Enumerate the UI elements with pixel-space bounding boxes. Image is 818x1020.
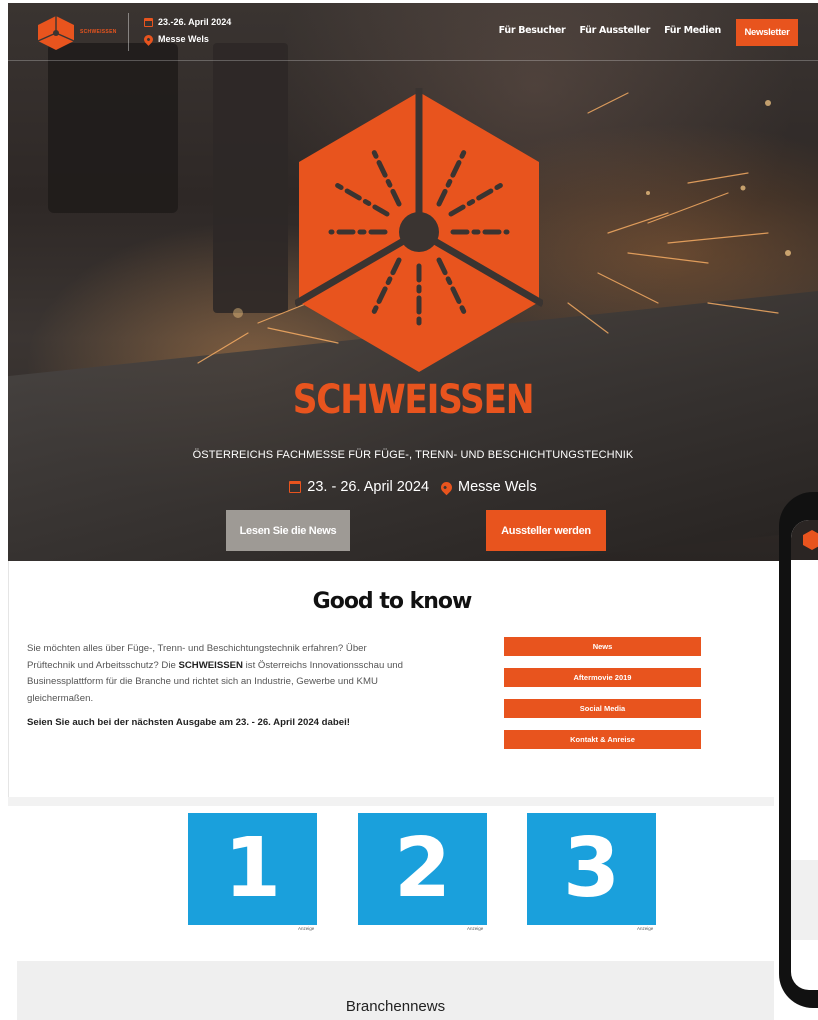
newsletter-button[interactable]: Newsletter xyxy=(736,19,798,46)
hero-tagline: ÖSTERREICHS FACHMESSE FÜR FÜGE-, TRENN- … xyxy=(192,449,634,461)
ad-banner-1[interactable]: 1 xyxy=(188,813,317,925)
phone-header-bar xyxy=(791,520,818,560)
hero-location-group: Messe Wels xyxy=(438,479,537,495)
ad-number: 3 xyxy=(562,821,621,916)
ad-number: 1 xyxy=(223,821,282,916)
nav-link-besucher[interactable]: Für Besucher xyxy=(499,25,566,36)
aftermovie-button[interactable]: Aftermovie 2019 xyxy=(504,668,701,687)
nav-event-date: 23.-26. April 2024 xyxy=(144,17,231,27)
hero-event-info: 23. - 26. April 2024 Messe Wels xyxy=(8,479,818,495)
nav-location-text: Messe Wels xyxy=(158,34,209,44)
good-to-know-cta: Seien Sie auch bei der nächsten Ausgabe … xyxy=(27,717,350,728)
phone-screen xyxy=(791,520,818,990)
section-separator xyxy=(8,797,774,806)
hero-wordmark: SCHWEISSEN xyxy=(292,377,535,423)
ad-label: Anzeige xyxy=(467,926,484,931)
hero-section: SCHWEISSEN 23.-26. April 2024 Messe Wels… xyxy=(8,3,818,561)
ad-label: Anzeige xyxy=(637,926,654,931)
ad-label: Anzeige xyxy=(298,926,315,931)
become-exhibitor-button[interactable]: Aussteller werden xyxy=(486,510,606,551)
good-to-know-text: Sie möchten alles über Füge-, Trenn- und… xyxy=(27,641,407,707)
location-pin-icon xyxy=(142,32,155,46)
nav-links: Für Besucher Für Aussteller Für Medien xyxy=(499,25,722,36)
nav-logo-text: SCHWEISSEN xyxy=(80,29,117,35)
intro-text-brand: SCHWEISSEN xyxy=(178,659,243,671)
hero-location-text: Messe Wels xyxy=(458,479,537,495)
calendar-icon xyxy=(289,481,302,493)
branchennews-section: Branchennews xyxy=(17,961,774,1020)
good-to-know-section: Good to know Sie möchten alles über Füge… xyxy=(8,561,774,797)
calendar-icon xyxy=(144,17,153,27)
ad-number: 2 xyxy=(393,821,452,916)
location-pin-icon xyxy=(438,479,455,495)
nav-link-medien[interactable]: Für Medien xyxy=(664,25,721,36)
nav-link-aussteller[interactable]: Für Aussteller xyxy=(579,25,650,36)
phone-grey-block xyxy=(791,860,818,940)
nav-event-location: Messe Wels xyxy=(142,32,209,46)
hero-date-text: 23. - 26. April 2024 xyxy=(307,479,430,495)
ad-banner-3[interactable]: 3 xyxy=(527,813,656,925)
nav-divider xyxy=(128,13,129,51)
news-link-button[interactable]: News xyxy=(504,637,701,656)
ad-banner-2[interactable]: 2 xyxy=(358,813,487,925)
phone-logo-icon xyxy=(803,530,818,550)
contact-directions-button[interactable]: Kontakt & Anreise xyxy=(504,730,701,749)
top-navigation: SCHWEISSEN 23.-26. April 2024 Messe Wels… xyxy=(8,3,818,61)
read-news-button[interactable]: Lesen Sie die News xyxy=(226,510,350,551)
branchennews-title: Branchennews xyxy=(345,998,446,1015)
social-media-button[interactable]: Social Media xyxy=(504,699,701,718)
schweissen-hero-logo-icon xyxy=(295,88,543,372)
phone-mockup xyxy=(779,492,818,1008)
schweissen-logo-icon[interactable] xyxy=(36,15,76,51)
nav-date-text: 23.-26. April 2024 xyxy=(158,17,232,27)
hero-date-group: 23. - 26. April 2024 xyxy=(289,479,429,495)
good-to-know-title: Good to know xyxy=(312,589,473,614)
